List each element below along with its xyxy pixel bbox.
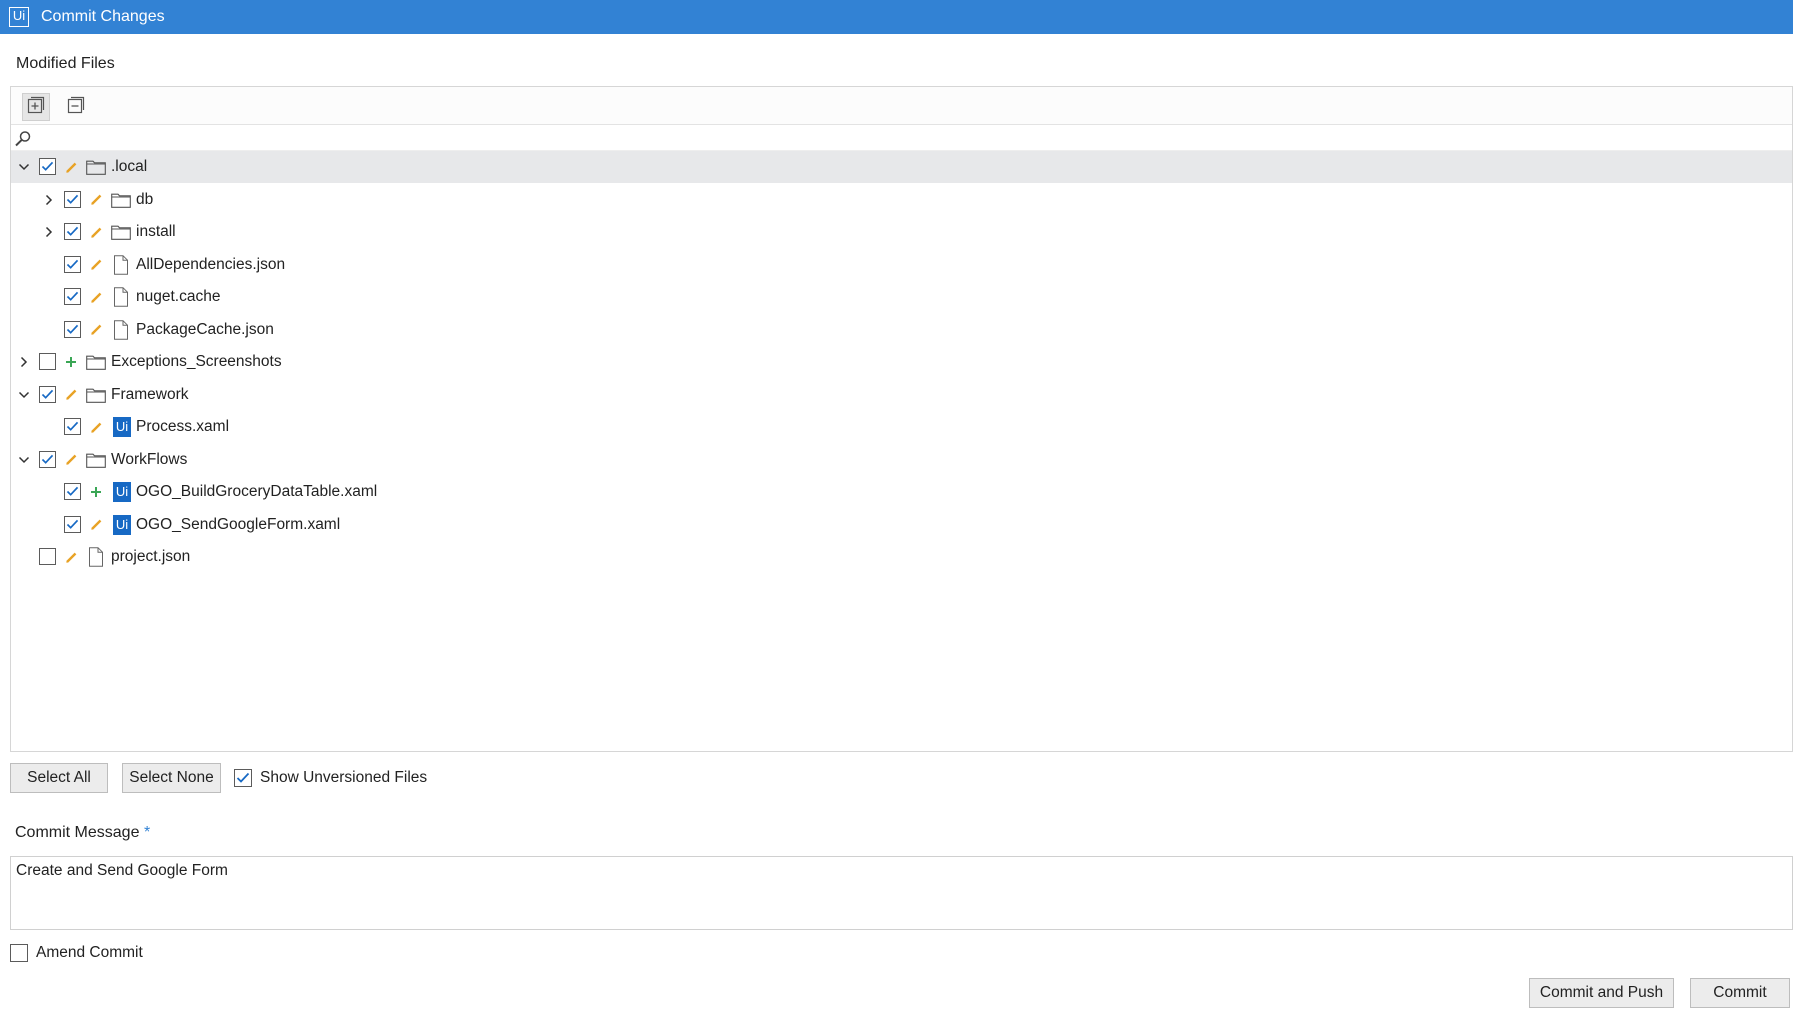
show-unversioned-files-checkbox[interactable] xyxy=(234,769,252,787)
commit-message-label-text: Commit Message xyxy=(15,824,140,841)
show-unversioned-files-label: Show Unversioned Files xyxy=(260,769,428,786)
tree-item-label: PackageCache.json xyxy=(136,320,274,338)
uipath-file-icon: Ui xyxy=(113,514,131,535)
folder-icon xyxy=(85,157,107,177)
amend-commit-checkbox[interactable] xyxy=(10,944,28,962)
file-icon xyxy=(110,287,132,307)
modified-files-panel: .local db install AllDependencies.json nuget… xyxy=(10,86,1793,752)
window-title: Commit Changes xyxy=(41,8,165,25)
file-checkbox[interactable] xyxy=(64,418,81,435)
tree-item-label: nuget.cache xyxy=(136,288,221,305)
folder-icon xyxy=(85,450,107,470)
folder-icon xyxy=(110,222,132,242)
file-checkbox[interactable] xyxy=(39,353,56,370)
folder-icon xyxy=(85,385,107,405)
file-checkbox[interactable] xyxy=(64,190,81,208)
collapse-all-icon xyxy=(67,96,85,119)
modified-pencil-icon xyxy=(64,160,78,174)
tree-item-label: db xyxy=(136,190,154,208)
chevron-down-icon[interactable] xyxy=(17,453,31,467)
expand-all-button[interactable] xyxy=(22,93,50,121)
tree-item-label: WorkFlows xyxy=(111,450,188,468)
commit-and-push-button[interactable]: Commit and Push xyxy=(1529,978,1674,1008)
file-checkbox[interactable] xyxy=(39,385,56,403)
tree-item-label: Process.xaml xyxy=(136,418,230,435)
amend-commit-toggle[interactable]: Amend Commit xyxy=(10,944,143,962)
tree-row[interactable]: Framework xyxy=(11,379,1792,411)
tree-item-label: project.json xyxy=(111,548,191,565)
modified-pencil-icon xyxy=(64,453,78,467)
tree-row[interactable]: project.json xyxy=(11,541,1792,573)
added-plus-icon xyxy=(64,355,78,369)
modified-pencil-icon xyxy=(64,550,78,564)
file-checkbox[interactable] xyxy=(64,223,81,240)
tree-item-label: Framework xyxy=(111,385,189,403)
amend-commit-label: Amend Commit xyxy=(36,944,143,961)
show-unversioned-files-toggle[interactable]: Show Unversioned Files xyxy=(234,769,427,787)
tree-item-label: OGO_SendGoogleForm.xaml xyxy=(136,515,341,533)
folder-icon xyxy=(110,190,132,210)
tree-item-label: AllDependencies.json xyxy=(136,255,286,273)
modified-pencil-icon xyxy=(64,388,78,402)
commit-message-label: Commit Message * xyxy=(15,824,150,842)
chevron-down-icon[interactable] xyxy=(17,160,31,174)
search-icon xyxy=(14,130,32,153)
required-marker: * xyxy=(143,824,151,841)
select-all-button[interactable]: Select All xyxy=(10,763,108,793)
file-checkbox[interactable] xyxy=(64,320,81,338)
file-checkbox[interactable] xyxy=(64,483,81,500)
tree-row[interactable]: Ui OGO_SendGoogleForm.xaml xyxy=(11,509,1792,541)
tree-row[interactable]: db xyxy=(11,184,1792,216)
file-checkbox[interactable] xyxy=(64,288,81,305)
expand-all-icon xyxy=(27,96,45,119)
title-bar: Ui Commit Changes xyxy=(0,0,1793,34)
tree-row[interactable]: nuget.cache xyxy=(11,281,1792,313)
tree-toolbar xyxy=(11,87,1792,125)
folder-icon xyxy=(85,352,107,372)
file-checkbox[interactable] xyxy=(39,450,56,468)
chevron-right-icon[interactable] xyxy=(42,225,56,239)
modified-pencil-icon xyxy=(89,258,103,272)
tree-search xyxy=(11,125,1792,151)
uipath-file-icon: Ui xyxy=(113,482,131,502)
tree-row[interactable]: .local xyxy=(11,151,1792,183)
tree-item-label: OGO_BuildGroceryDataTable.xaml xyxy=(136,483,378,500)
modified-pencil-icon xyxy=(89,323,103,337)
file-checkbox[interactable] xyxy=(64,255,81,273)
tree-row[interactable]: Ui OGO_BuildGroceryDataTable.xaml xyxy=(11,476,1792,508)
commit-message-input[interactable]: Create and Send Google Form xyxy=(10,856,1793,930)
file-icon xyxy=(85,547,107,567)
select-none-button[interactable]: Select None xyxy=(122,763,221,793)
search-input[interactable] xyxy=(35,127,1775,149)
tree-row[interactable]: Ui Process.xaml xyxy=(11,411,1792,443)
tree-item-label: install xyxy=(136,223,176,240)
tree-row[interactable]: install xyxy=(11,216,1792,248)
chevron-right-icon[interactable] xyxy=(42,193,56,207)
modified-pencil-icon xyxy=(89,420,103,434)
modified-pencil-icon xyxy=(89,193,103,207)
tree-row[interactable]: PackageCache.json xyxy=(11,314,1792,346)
file-checkbox[interactable] xyxy=(39,158,56,175)
commit-button[interactable]: Commit xyxy=(1690,978,1790,1008)
tree-item-label: Exceptions_Screenshots xyxy=(111,353,282,370)
modified-pencil-icon xyxy=(89,290,103,304)
file-icon xyxy=(110,319,132,340)
tree-item-label: .local xyxy=(111,158,148,175)
added-plus-icon xyxy=(89,485,103,499)
tree-row[interactable]: AllDependencies.json xyxy=(11,249,1792,281)
file-checkbox[interactable] xyxy=(39,548,56,565)
uipath-logo-icon: Ui xyxy=(9,7,29,27)
modified-pencil-icon xyxy=(89,518,103,532)
modified-pencil-icon xyxy=(89,225,103,239)
file-checkbox[interactable] xyxy=(64,515,81,533)
tree-row[interactable]: WorkFlows xyxy=(11,444,1792,476)
collapse-all-button[interactable] xyxy=(62,93,90,121)
chevron-right-icon[interactable] xyxy=(17,355,31,369)
tree-row[interactable]: Exceptions_Screenshots xyxy=(11,346,1792,378)
chevron-down-icon[interactable] xyxy=(17,388,31,402)
modified-files-label: Modified Files xyxy=(16,55,115,72)
file-icon xyxy=(110,254,132,275)
uipath-file-icon: Ui xyxy=(113,417,131,437)
